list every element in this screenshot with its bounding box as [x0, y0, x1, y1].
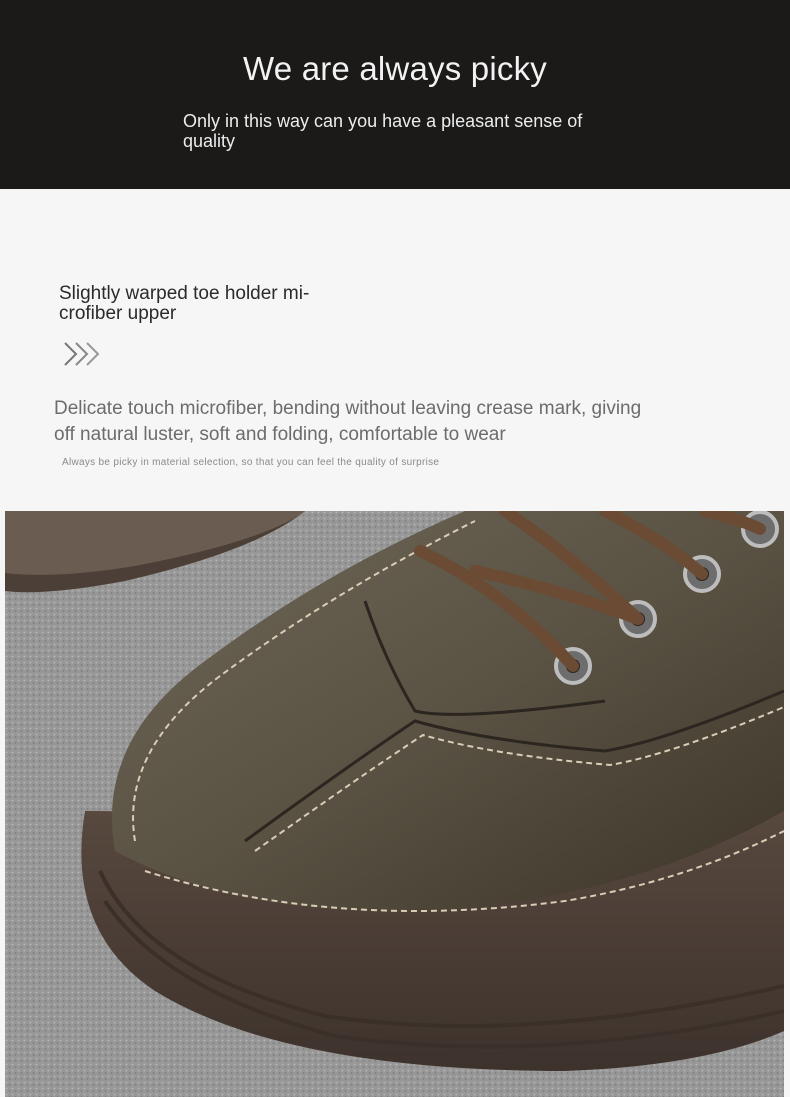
- feature-title: Slightly warped toe holder mi-crofiber u…: [59, 283, 310, 324]
- shoe-closeup-image: [5, 511, 784, 1097]
- hero-title: We are always picky: [243, 50, 547, 87]
- feature-note: Always be picky in material selection, s…: [62, 457, 440, 468]
- hero-banner: We are always picky Only in this way can…: [0, 0, 790, 189]
- feature-description: Delicate touch microfiber, bending witho…: [54, 398, 642, 445]
- hero-subtitle: Only in this way can you have a pleasant…: [183, 111, 583, 151]
- feature-section: Slightly warped toe holder mi-crofiber u…: [0, 189, 790, 511]
- product-photo: [5, 511, 784, 1097]
- triple-chevron-right-icon: [64, 342, 100, 366]
